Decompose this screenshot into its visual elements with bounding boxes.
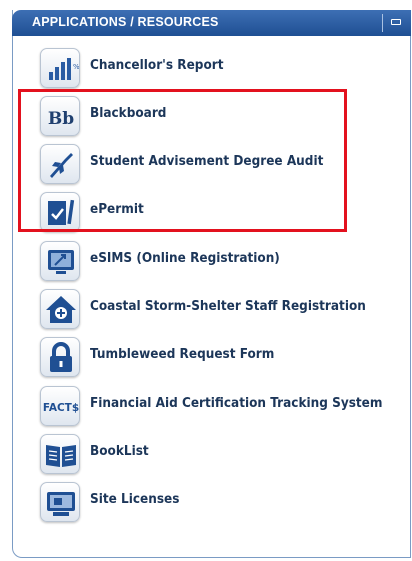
rocket-icon	[40, 144, 80, 184]
resource-label: Student Advisement Degree Audit	[90, 154, 324, 169]
resource-label: Site Licenses	[90, 492, 180, 507]
resource-epermit[interactable]: ePermit	[40, 192, 405, 232]
resource-degree-audit[interactable]: Student Advisement Degree Audit	[40, 144, 405, 184]
panel-title: APPLICATIONS / RESOURCES	[32, 15, 219, 29]
resource-label: eSIMS (Online Registration)	[90, 251, 280, 266]
svg-text:%: %	[73, 63, 80, 71]
applications-panel	[12, 10, 411, 558]
resource-site-licenses[interactable]: Site Licenses	[40, 482, 405, 522]
resource-label: ePermit	[90, 202, 144, 217]
resource-booklist[interactable]: BookList	[40, 434, 405, 474]
resource-blackboard[interactable]: Bb Blackboard	[40, 96, 405, 136]
resource-chancellors-report[interactable]: % Chancellor's Report	[40, 48, 405, 88]
resource-label: Coastal Storm-Shelter Staff Registration	[90, 299, 366, 314]
facts-icon-text: FACT$	[43, 402, 79, 414]
resource-label: Tumbleweed Request Form	[90, 347, 275, 362]
resource-storm-shelter[interactable]: Coastal Storm-Shelter Staff Registration	[40, 289, 405, 329]
computer-icon	[40, 482, 80, 522]
blackboard-icon: Bb	[40, 96, 80, 136]
document-check-icon	[40, 192, 80, 232]
book-icon	[40, 434, 80, 474]
resource-label: Chancellor's Report	[90, 58, 224, 73]
lock-icon	[40, 337, 80, 377]
resource-tumbleweed[interactable]: Tumbleweed Request Form	[40, 337, 405, 377]
collapse-button[interactable]	[382, 14, 405, 32]
facts-icon: FACT$	[40, 386, 80, 426]
panel-header: APPLICATIONS / RESOURCES	[12, 10, 411, 36]
bar-chart-icon: %	[40, 48, 80, 88]
shelter-icon	[40, 289, 80, 329]
monitor-icon	[40, 241, 80, 281]
blackboard-icon-text: Bb	[48, 109, 74, 129]
resource-label: Blackboard	[90, 106, 167, 121]
resource-esims[interactable]: eSIMS (Online Registration)	[40, 241, 405, 281]
resource-label: BookList	[90, 444, 149, 459]
resource-facts[interactable]: FACT$ Financial Aid Certification Tracki…	[40, 386, 405, 426]
resource-label: Financial Aid Certification Tracking Sys…	[90, 396, 383, 411]
minimize-icon	[391, 19, 401, 25]
